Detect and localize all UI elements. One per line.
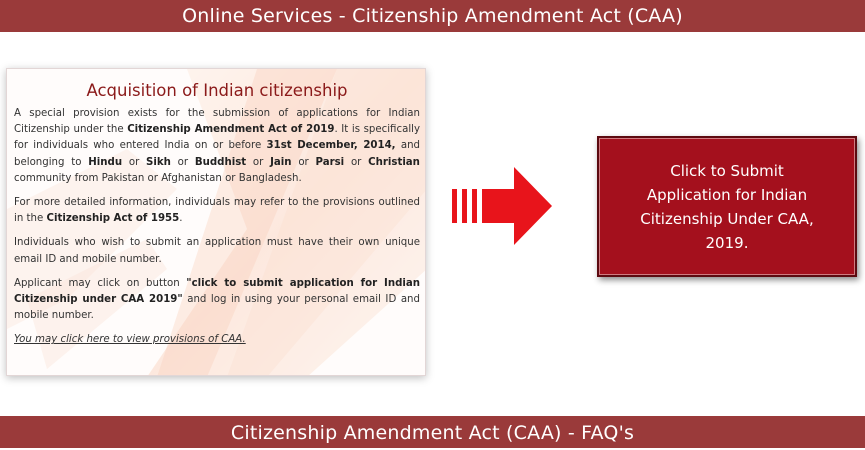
card-paragraph-details: For more detailed information, individua… xyxy=(14,197,420,225)
submit-application-label: Click to Submit Application for Indian C… xyxy=(640,161,814,252)
page-header: Online Services - Citizenship Amendment … xyxy=(0,0,865,32)
right-arrow-icon xyxy=(452,167,552,245)
card-link-wrapper: You may click here to view provisions of… xyxy=(14,332,420,348)
faq-header[interactable]: Citizenship Amendment Act (CAA) - FAQ's xyxy=(0,416,865,448)
faq-title: Citizenship Amendment Act (CAA) - FAQ's xyxy=(230,422,635,444)
card-paragraph-instructions: Applicant may click on button "click to … xyxy=(14,277,420,322)
card-paragraph-provision: A special provision exists for the submi… xyxy=(14,108,421,184)
card-title: Acquisition of Indian citizenship xyxy=(86,81,348,100)
view-provisions-link[interactable]: You may click here to view provisions of… xyxy=(14,334,246,345)
page-title: Online Services - Citizenship Amendment … xyxy=(182,5,683,27)
submit-application-button[interactable]: Click to Submit Application for Indian C… xyxy=(597,136,857,277)
card-paragraph-requirements: Individuals who wish to submit an applic… xyxy=(14,237,420,265)
info-card: Acquisition of Indian citizenship A spec… xyxy=(6,68,426,376)
